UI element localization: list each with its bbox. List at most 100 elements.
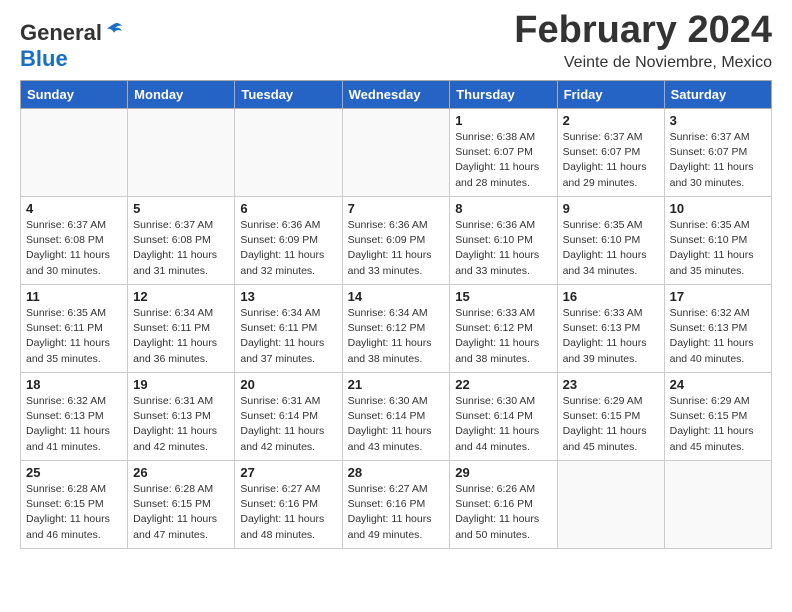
weekday-header-friday: Friday xyxy=(557,81,664,109)
day-number: 28 xyxy=(348,465,445,480)
day-info: Sunrise: 6:31 AM Sunset: 6:13 PM Dayligh… xyxy=(133,394,229,455)
calendar-day-cell: 28 Sunrise: 6:27 AM Sunset: 6:16 PM Dayli… xyxy=(342,461,450,549)
day-number: 25 xyxy=(26,465,122,480)
logo-bird-icon xyxy=(102,20,124,42)
weekday-header-sunday: Sunday xyxy=(21,81,128,109)
logo-blue: Blue xyxy=(20,46,68,72)
day-number: 17 xyxy=(670,289,766,304)
day-info: Sunrise: 6:36 AM Sunset: 6:09 PM Dayligh… xyxy=(240,218,336,279)
title-section: February 2024 Veinte de Noviembre, Mexic… xyxy=(514,10,772,72)
calendar-day-cell: 6 Sunrise: 6:36 AM Sunset: 6:09 PM Daylig… xyxy=(235,197,342,285)
day-info: Sunrise: 6:35 AM Sunset: 6:10 PM Dayligh… xyxy=(670,218,766,279)
day-info: Sunrise: 6:27 AM Sunset: 6:16 PM Dayligh… xyxy=(348,482,445,543)
calendar-day-cell: 12Sunrise: 6:34 AM Sunset: 6:11 PM Dayli… xyxy=(128,285,235,373)
day-number: 1 xyxy=(455,113,551,128)
calendar-day-cell: 29Sunrise: 6:26 AM Sunset: 6:16 PM Dayli… xyxy=(450,461,557,549)
day-number: 22 xyxy=(455,377,551,392)
day-info: Sunrise: 6:33 AM Sunset: 6:13 PM Dayligh… xyxy=(563,306,659,367)
calendar-day-cell: 4 Sunrise: 6:37 AM Sunset: 6:08 PM Daylig… xyxy=(21,197,128,285)
calendar-table: SundayMondayTuesdayWednesdayThursdayFrid… xyxy=(20,80,772,549)
calendar-day-cell: 19 Sunrise: 6:31 AM Sunset: 6:13 PM Dayli… xyxy=(128,373,235,461)
calendar-day-cell: 21 Sunrise: 6:30 AM Sunset: 6:14 PM Dayli… xyxy=(342,373,450,461)
day-info: Sunrise: 6:29 AM Sunset: 6:15 PM Dayligh… xyxy=(563,394,659,455)
calendar-day-cell: 10Sunrise: 6:35 AM Sunset: 6:10 PM Dayli… xyxy=(664,197,771,285)
day-number: 3 xyxy=(670,113,766,128)
day-info: Sunrise: 6:37 AM Sunset: 6:07 PM Dayligh… xyxy=(670,130,766,191)
day-number: 4 xyxy=(26,201,122,216)
day-number: 2 xyxy=(563,113,659,128)
calendar-day-cell: 5 Sunrise: 6:37 AM Sunset: 6:08 PM Daylig… xyxy=(128,197,235,285)
day-info: Sunrise: 6:32 AM Sunset: 6:13 PM Dayligh… xyxy=(670,306,766,367)
calendar-day-cell: 15Sunrise: 6:33 AM Sunset: 6:12 PM Dayli… xyxy=(450,285,557,373)
day-number: 24 xyxy=(670,377,766,392)
day-number: 23 xyxy=(563,377,659,392)
day-number: 14 xyxy=(348,289,445,304)
day-info: Sunrise: 6:34 AM Sunset: 6:11 PM Dayligh… xyxy=(133,306,229,367)
day-info: Sunrise: 6:32 AM Sunset: 6:13 PM Dayligh… xyxy=(26,394,122,455)
month-title: February 2024 xyxy=(514,10,772,52)
day-number: 6 xyxy=(240,201,336,216)
calendar-week-row: 18 Sunrise: 6:32 AM Sunset: 6:13 PM Dayli… xyxy=(21,373,772,461)
day-number: 21 xyxy=(348,377,445,392)
day-info: Sunrise: 6:30 AM Sunset: 6:14 PM Dayligh… xyxy=(348,394,445,455)
day-number: 19 xyxy=(133,377,229,392)
weekday-header-tuesday: Tuesday xyxy=(235,81,342,109)
day-info: Sunrise: 6:35 AM Sunset: 6:11 PM Dayligh… xyxy=(26,306,122,367)
calendar-day-cell: 22 Sunrise: 6:30 AM Sunset: 6:14 PM Dayli… xyxy=(450,373,557,461)
calendar-header-row: SundayMondayTuesdayWednesdayThursdayFrid… xyxy=(21,81,772,109)
calendar-day-cell: 26 Sunrise: 6:28 AM Sunset: 6:15 PM Dayli… xyxy=(128,461,235,549)
day-number: 9 xyxy=(563,201,659,216)
calendar-day-cell xyxy=(557,461,664,549)
day-info: Sunrise: 6:37 AM Sunset: 6:08 PM Dayligh… xyxy=(133,218,229,279)
calendar-day-cell: 17 Sunrise: 6:32 AM Sunset: 6:13 PM Dayli… xyxy=(664,285,771,373)
day-number: 27 xyxy=(240,465,336,480)
day-info: Sunrise: 6:31 AM Sunset: 6:14 PM Dayligh… xyxy=(240,394,336,455)
day-number: 8 xyxy=(455,201,551,216)
day-number: 16 xyxy=(563,289,659,304)
day-number: 20 xyxy=(240,377,336,392)
calendar-day-cell: 16 Sunrise: 6:33 AM Sunset: 6:13 PM Dayli… xyxy=(557,285,664,373)
calendar-day-cell: 14Sunrise: 6:34 AM Sunset: 6:12 PM Dayli… xyxy=(342,285,450,373)
calendar-day-cell: 13Sunrise: 6:34 AM Sunset: 6:11 PM Dayli… xyxy=(235,285,342,373)
calendar-day-cell: 7 Sunrise: 6:36 AM Sunset: 6:09 PM Daylig… xyxy=(342,197,450,285)
day-info: Sunrise: 6:37 AM Sunset: 6:07 PM Dayligh… xyxy=(563,130,659,191)
calendar-day-cell: 3 Sunrise: 6:37 AM Sunset: 6:07 PM Daylig… xyxy=(664,109,771,197)
day-info: Sunrise: 6:27 AM Sunset: 6:16 PM Dayligh… xyxy=(240,482,336,543)
day-info: Sunrise: 6:29 AM Sunset: 6:15 PM Dayligh… xyxy=(670,394,766,455)
calendar-day-cell xyxy=(664,461,771,549)
calendar-day-cell xyxy=(21,109,128,197)
calendar-day-cell xyxy=(342,109,450,197)
day-info: Sunrise: 6:35 AM Sunset: 6:10 PM Dayligh… xyxy=(563,218,659,279)
calendar-day-cell: 24 Sunrise: 6:29 AM Sunset: 6:15 PM Dayli… xyxy=(664,373,771,461)
day-number: 11 xyxy=(26,289,122,304)
logo: General Blue xyxy=(20,20,124,72)
calendar-day-cell: 27 Sunrise: 6:27 AM Sunset: 6:16 PM Dayli… xyxy=(235,461,342,549)
location-subtitle: Veinte de Noviembre, Mexico xyxy=(514,54,772,72)
day-info: Sunrise: 6:34 AM Sunset: 6:11 PM Dayligh… xyxy=(240,306,336,367)
day-info: Sunrise: 6:33 AM Sunset: 6:12 PM Dayligh… xyxy=(455,306,551,367)
calendar-day-cell: 11 Sunrise: 6:35 AM Sunset: 6:11 PM Dayli… xyxy=(21,285,128,373)
calendar-week-row: 11 Sunrise: 6:35 AM Sunset: 6:11 PM Dayli… xyxy=(21,285,772,373)
page-header: General Blue February 2024 Veinte de Nov… xyxy=(20,10,772,72)
weekday-header-wednesday: Wednesday xyxy=(342,81,450,109)
calendar-day-cell: 8 Sunrise: 6:36 AM Sunset: 6:10 PM Daylig… xyxy=(450,197,557,285)
day-info: Sunrise: 6:28 AM Sunset: 6:15 PM Dayligh… xyxy=(26,482,122,543)
day-number: 5 xyxy=(133,201,229,216)
day-info: Sunrise: 6:28 AM Sunset: 6:15 PM Dayligh… xyxy=(133,482,229,543)
calendar-day-cell xyxy=(128,109,235,197)
calendar-day-cell: 25 Sunrise: 6:28 AM Sunset: 6:15 PM Dayli… xyxy=(21,461,128,549)
calendar-day-cell: 20 Sunrise: 6:31 AM Sunset: 6:14 PM Dayli… xyxy=(235,373,342,461)
day-info: Sunrise: 6:36 AM Sunset: 6:10 PM Dayligh… xyxy=(455,218,551,279)
day-number: 18 xyxy=(26,377,122,392)
weekday-header-saturday: Saturday xyxy=(664,81,771,109)
calendar-week-row: 25 Sunrise: 6:28 AM Sunset: 6:15 PM Dayli… xyxy=(21,461,772,549)
weekday-header-monday: Monday xyxy=(128,81,235,109)
day-number: 7 xyxy=(348,201,445,216)
day-info: Sunrise: 6:26 AM Sunset: 6:16 PM Dayligh… xyxy=(455,482,551,543)
day-info: Sunrise: 6:36 AM Sunset: 6:09 PM Dayligh… xyxy=(348,218,445,279)
day-number: 26 xyxy=(133,465,229,480)
calendar-day-cell: 1Sunrise: 6:38 AM Sunset: 6:07 PM Daylig… xyxy=(450,109,557,197)
day-info: Sunrise: 6:30 AM Sunset: 6:14 PM Dayligh… xyxy=(455,394,551,455)
calendar-week-row: 1Sunrise: 6:38 AM Sunset: 6:07 PM Daylig… xyxy=(21,109,772,197)
day-info: Sunrise: 6:37 AM Sunset: 6:08 PM Dayligh… xyxy=(26,218,122,279)
